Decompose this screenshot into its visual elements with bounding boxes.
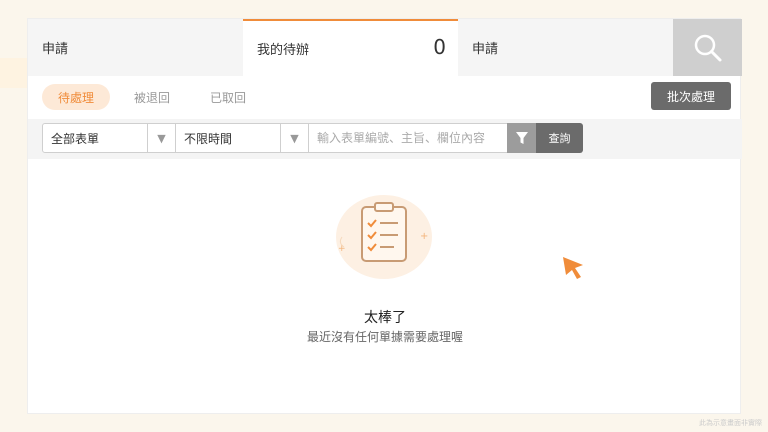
advanced-filter-button[interactable] xyxy=(507,123,537,153)
tab-my-todo[interactable]: 我的待辦 0 xyxy=(243,19,458,76)
status-filter-tabs: 待處理 被退回 已取回 xyxy=(42,84,270,110)
empty-state-subtitle: 最近沒有任何單據需要處理喔 xyxy=(306,330,463,344)
tab-apply-right-label: 申請 xyxy=(472,42,499,57)
subtab-retrieved[interactable]: 已取回 xyxy=(194,84,262,110)
tab-apply-left-label: 申請 xyxy=(42,42,69,57)
subtab-pending[interactable]: 待處理 xyxy=(42,84,111,110)
todo-panel: 申請 我的待辦 0 申請 待處理 被退回 已取回 批次處理 全部表單 ▼ 不限時… xyxy=(27,18,742,414)
svg-text:+: + xyxy=(338,244,346,254)
time-range-select[interactable]: 不限時間 ▼ xyxy=(175,123,309,153)
todo-count: 0 xyxy=(433,35,446,59)
search-button[interactable] xyxy=(673,19,742,76)
clipboard-checklist-icon: + + xyxy=(336,195,432,279)
subtab-retrieved-label: 已取回 xyxy=(210,90,247,105)
chevron-down-icon: ▼ xyxy=(147,124,175,152)
tab-apply-right[interactable]: 申請 xyxy=(458,19,673,76)
time-range-value: 不限時間 xyxy=(184,131,233,146)
svg-text:+: + xyxy=(420,231,428,242)
chevron-down-icon: ▼ xyxy=(280,124,308,152)
pointer-arrow-icon xyxy=(563,257,583,279)
batch-process-button[interactable]: 批次處理 xyxy=(651,82,731,110)
form-type-value: 全部表單 xyxy=(51,131,100,146)
search-icon xyxy=(694,34,721,61)
top-tab-bar: 申請 我的待辦 0 申請 xyxy=(28,19,742,76)
filter-bar: 全部表單 ▼ 不限時間 ▼ 查詢 xyxy=(28,119,742,159)
tab-my-todo-label: 我的待辦 xyxy=(257,43,310,58)
subtab-returned-label: 被退回 xyxy=(134,90,171,105)
query-button[interactable]: 查詢 xyxy=(536,123,583,153)
empty-state-title: 太棒了 xyxy=(364,310,406,326)
subtab-returned[interactable]: 被退回 xyxy=(118,84,186,110)
tab-apply-left[interactable]: 申請 xyxy=(28,19,243,76)
subtab-pending-label: 待處理 xyxy=(58,90,95,105)
form-type-select[interactable]: 全部表單 ▼ xyxy=(42,123,176,153)
watermark-text: 此為示意畫面非實際 xyxy=(699,419,762,427)
filter-icon xyxy=(516,132,528,144)
keyword-search-input[interactable] xyxy=(308,123,508,153)
